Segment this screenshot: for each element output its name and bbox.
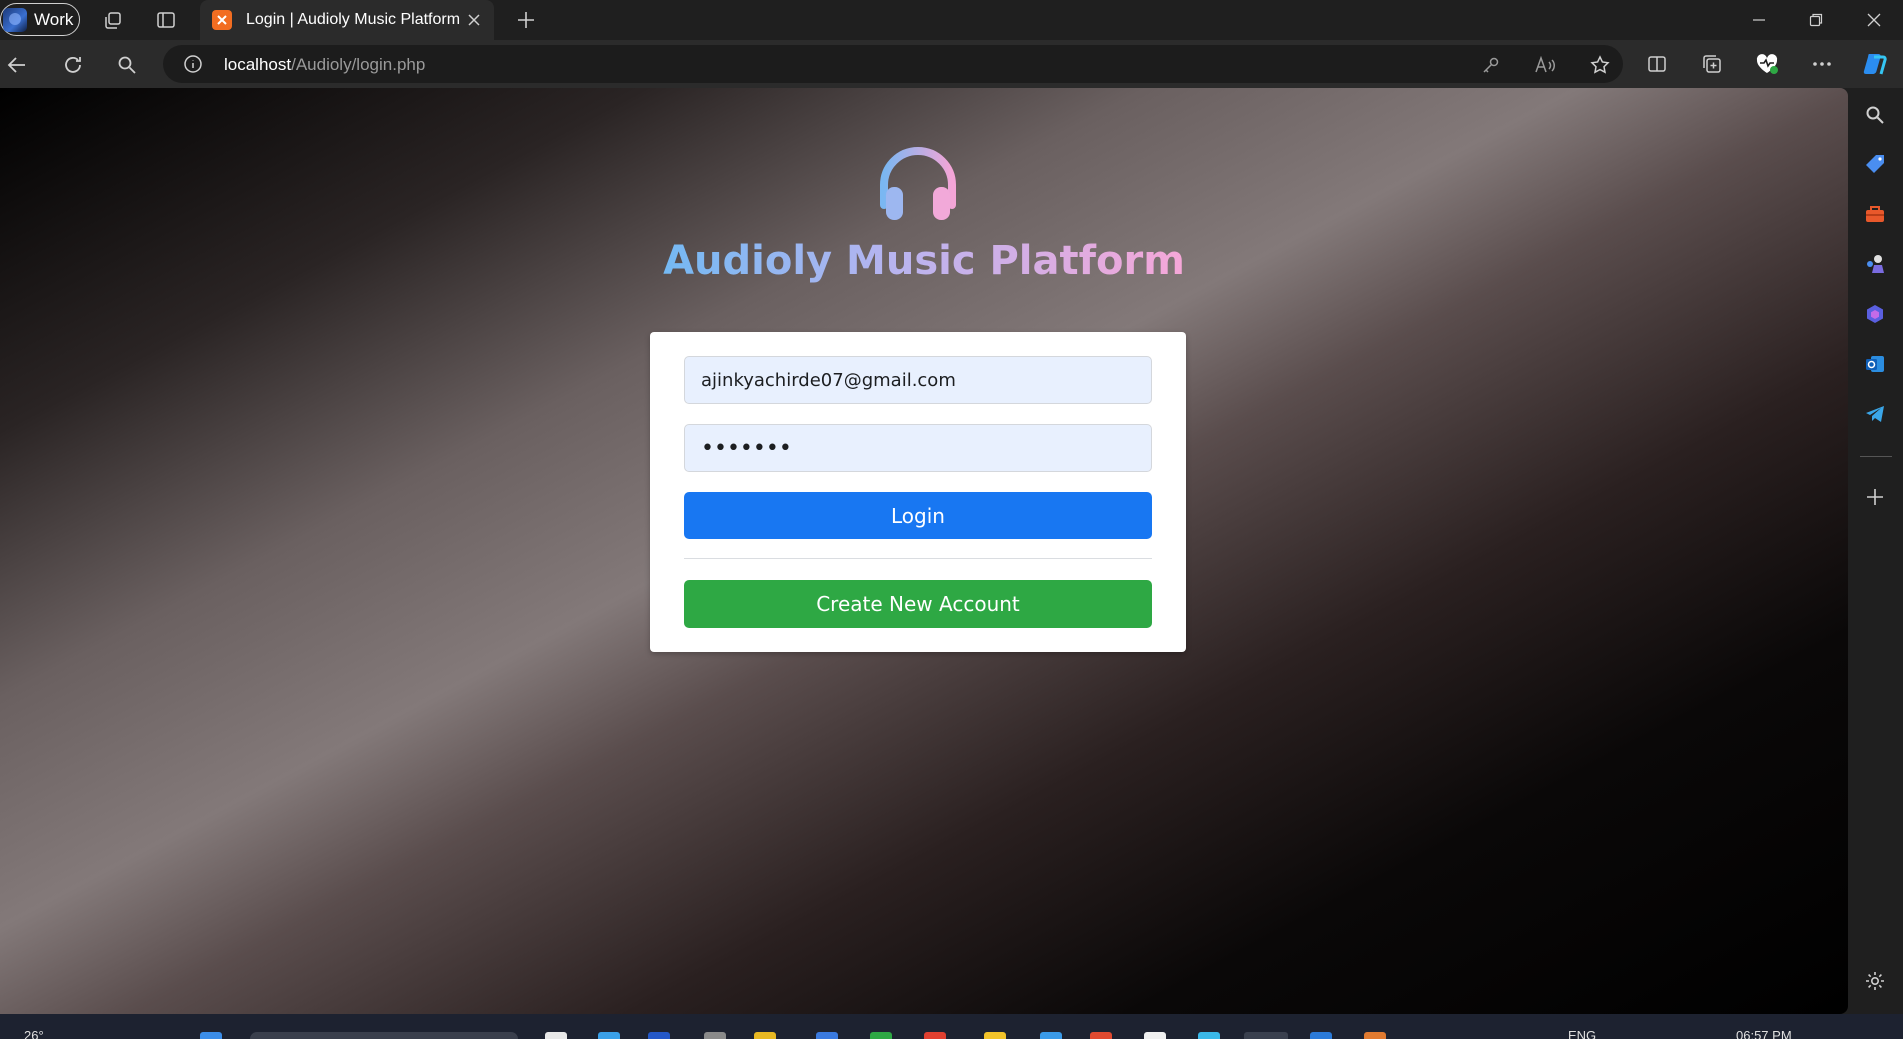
windows-taskbar: 26° ENG 06:57 PM: [0, 1014, 1903, 1039]
tools-icon[interactable]: [1862, 201, 1888, 227]
sidebar-separator: [1860, 456, 1892, 457]
back-icon[interactable]: [4, 52, 30, 78]
brand-title: Audioly Music Platform: [0, 238, 1848, 284]
profile-button[interactable]: Work: [0, 3, 80, 36]
minimize-icon[interactable]: [1745, 6, 1773, 34]
url-text[interactable]: localhost/Audioly/login.php: [224, 55, 425, 75]
taskbar-app-icon[interactable]: [870, 1032, 892, 1039]
info-icon[interactable]: [183, 54, 203, 74]
taskbar-search-box[interactable]: [250, 1032, 518, 1039]
password-field[interactable]: [684, 424, 1152, 472]
page-viewport: Audioly Music Platform Login Create New …: [0, 88, 1848, 1014]
browser-essentials-icon[interactable]: [1754, 51, 1780, 77]
url-path: /Audioly/login.php: [291, 55, 426, 74]
settings-icon[interactable]: [1862, 968, 1888, 994]
email-field[interactable]: [684, 356, 1152, 404]
games-icon[interactable]: [1862, 251, 1888, 277]
profile-avatar: [3, 7, 27, 32]
tab-title: Login | Audioly Music Platform: [246, 11, 461, 28]
favorite-star-icon[interactable]: [1589, 54, 1611, 76]
restore-icon[interactable]: [1802, 6, 1830, 34]
taskbar-edge-icon[interactable]: [1244, 1032, 1288, 1039]
collections-icon[interactable]: [1699, 51, 1725, 77]
create-account-button[interactable]: Create New Account: [684, 580, 1152, 628]
active-tab[interactable]: Login | Audioly Music Platform: [200, 0, 494, 40]
taskbar-app-icon[interactable]: [1310, 1032, 1332, 1039]
outlook-icon[interactable]: [1862, 351, 1888, 377]
weather-text[interactable]: 26°: [24, 1028, 44, 1039]
taskbar-app-icon[interactable]: [816, 1032, 838, 1039]
brand-title-text: Audioly Music Platform: [663, 238, 1185, 284]
key-icon[interactable]: [1480, 54, 1502, 76]
taskbar-app-icon[interactable]: [1090, 1032, 1112, 1039]
language-indicator[interactable]: ENG: [1568, 1028, 1596, 1039]
refresh-icon[interactable]: [60, 52, 86, 78]
more-icon[interactable]: [1809, 51, 1835, 77]
split-screen-icon[interactable]: [1644, 51, 1670, 77]
login-card: Login Create New Account: [650, 332, 1186, 652]
browser-title-bar: Work Login | Audioly Music Platform: [0, 0, 1903, 40]
login-button[interactable]: Login: [684, 492, 1152, 539]
divider: [684, 558, 1152, 559]
profile-label: Work: [34, 9, 74, 29]
copilot-icon[interactable]: [1862, 51, 1888, 77]
browser-toolbar: localhost/Audioly/login.php: [0, 40, 1903, 88]
sidebar-search-icon[interactable]: [1862, 102, 1888, 128]
new-tab-icon[interactable]: [514, 8, 538, 32]
address-bar[interactable]: localhost/Audioly/login.php: [163, 45, 1623, 83]
taskbar-app-icon[interactable]: [598, 1032, 620, 1039]
taskbar-app-icon[interactable]: [648, 1032, 670, 1039]
taskbar-app-icon[interactable]: [924, 1032, 946, 1039]
taskbar-app-icon[interactable]: [1144, 1032, 1166, 1039]
xampp-favicon-icon: [212, 10, 232, 30]
taskbar-app-icon[interactable]: [704, 1032, 726, 1039]
copilot-sidebar-icon[interactable]: [1862, 301, 1888, 327]
search-icon[interactable]: [114, 52, 140, 78]
tab-close-icon[interactable]: [464, 10, 484, 30]
taskbar-app-icon[interactable]: [545, 1032, 567, 1039]
taskbar-app-icon[interactable]: [754, 1032, 776, 1039]
taskbar-app-icon[interactable]: [984, 1032, 1006, 1039]
workspaces-icon[interactable]: [101, 8, 125, 32]
taskbar-app-icon[interactable]: [1364, 1032, 1386, 1039]
read-aloud-icon[interactable]: [1534, 54, 1556, 76]
taskbar-app-icon[interactable]: [1198, 1032, 1220, 1039]
edge-sidebar: [1848, 88, 1903, 1014]
shopping-tag-icon[interactable]: [1862, 151, 1888, 177]
url-host: localhost: [224, 55, 292, 74]
clock-time[interactable]: 06:57 PM: [1736, 1028, 1792, 1039]
close-window-icon[interactable]: [1860, 6, 1888, 34]
headphones-icon: [880, 147, 956, 220]
add-icon[interactable]: [1862, 484, 1888, 510]
vertical-tabs-icon[interactable]: [154, 8, 178, 32]
taskbar-app-icon[interactable]: [1040, 1032, 1062, 1039]
telegram-icon[interactable]: [1862, 401, 1888, 427]
start-icon[interactable]: [200, 1032, 222, 1039]
